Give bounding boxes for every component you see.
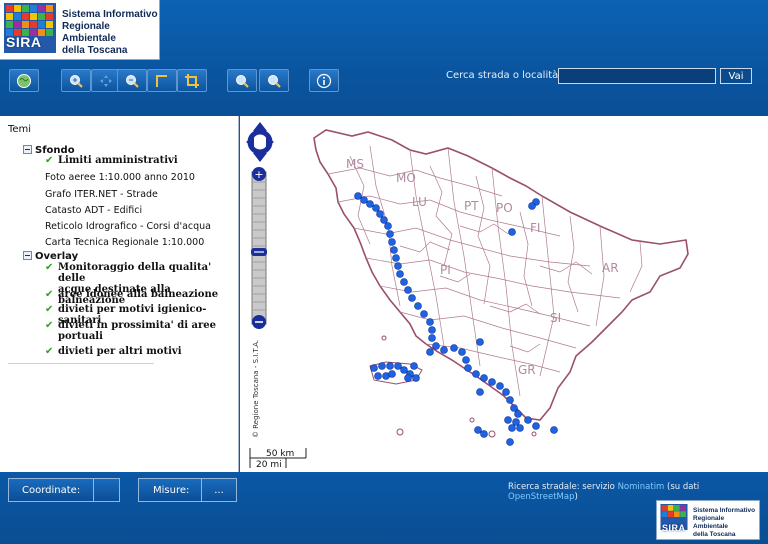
search-go-button[interactable]: Vai: [720, 68, 752, 84]
layer-item-line: portuali: [58, 331, 103, 342]
nominatim-link[interactable]: Nominatim: [618, 482, 665, 492]
measure-display[interactable]: Misure: ...: [138, 478, 237, 502]
pan-icon: [100, 74, 112, 87]
panel-divider: [8, 363, 154, 364]
coordinate-display[interactable]: Coordinate:: [8, 478, 120, 502]
scale-bar: 50 km 20 mi: [249, 448, 307, 470]
municipal-boundaries: [327, 145, 643, 397]
map-copyright: © Regione Toscana - S.I.T.A.: [252, 340, 260, 438]
layer-item[interactable]: Foto aeree 1:10.000 anno 2010: [45, 172, 195, 183]
footer-bar: Coordinate: Misure: ... Ricerca stradale…: [0, 472, 768, 544]
info-icon: [316, 73, 332, 88]
scale-imperial: 20 mi: [256, 460, 282, 470]
pan-control[interactable]: [246, 122, 274, 162]
province-label: PT: [464, 199, 479, 213]
zoom-previous-icon: [236, 74, 249, 88]
province-label: AR: [602, 261, 619, 275]
layer-panel: Temi Sfondo ✔ Limiti amministrativi Foto…: [0, 116, 239, 472]
checkmark-icon[interactable]: ✔: [45, 155, 53, 166]
zoom-in-button[interactable]: [61, 69, 91, 92]
full-extent-button[interactable]: [9, 69, 39, 92]
checkmark-icon[interactable]: ✔: [45, 346, 53, 357]
layer-item-line: divieti in prossimita' di aree: [58, 320, 216, 331]
checkmark-icon[interactable]: ✔: [45, 320, 53, 331]
province-label: PO: [496, 201, 513, 215]
zoom-out-button[interactable]: [117, 69, 147, 92]
collapse-icon[interactable]: [23, 251, 32, 260]
layer-item-line: Monitoraggio della qualita' delle: [58, 262, 212, 284]
tuscany-map[interactable]: MS MO LU PT PO FI PI AR SI GR + © Region…: [240, 116, 768, 472]
province-label: GR: [518, 363, 536, 377]
province-label: MO: [396, 171, 416, 185]
zoom-next-icon: [268, 74, 281, 88]
monitoring-points[interactable]: [354, 192, 558, 446]
pan-up-icon[interactable]: [253, 122, 267, 131]
map-canvas[interactable]: MS MO LU PT PO FI PI AR SI GR + © Region…: [240, 116, 768, 472]
layer-item[interactable]: aree idonee alla balneazione: [58, 289, 218, 300]
measure-label: Misure:: [153, 484, 190, 496]
province-label: SI: [550, 311, 561, 325]
sira-title: Sistema Informativo Regionale Ambientale…: [693, 507, 759, 539]
search-label: Cerca strada o località: [446, 70, 559, 81]
checkmark-icon[interactable]: ✔: [45, 289, 53, 300]
layer-item[interactable]: divieti per altri motivi: [58, 346, 182, 357]
layer-item[interactable]: Limiti amministrativi: [58, 155, 178, 166]
next-view-button[interactable]: [259, 69, 289, 92]
measure-button[interactable]: [147, 69, 177, 92]
layer-group-overlay[interactable]: Overlay: [23, 251, 78, 262]
layer-item[interactable]: Grafo ITER.NET - Strade: [45, 189, 158, 200]
checkmark-icon[interactable]: ✔: [45, 304, 53, 315]
info-button[interactable]: [309, 69, 339, 92]
attribution-text: (su dati: [667, 482, 700, 492]
sira-logo[interactable]: SIRA Sistema Informativo Regionale Ambie…: [0, 0, 160, 60]
sira-abbrev: SIRA: [662, 523, 686, 533]
layer-item[interactable]: Carta Tecnica Regionale 1:10.000: [45, 237, 204, 248]
sira-title-line: Sistema Informativo: [693, 507, 756, 514]
crop-icon: [185, 73, 199, 88]
province-label: FI: [530, 221, 540, 235]
zoom-in-icon: [70, 74, 83, 88]
layer-panel-title: Temi: [8, 124, 32, 135]
sira-abbrev: SIRA: [6, 34, 42, 50]
search-input[interactable]: [558, 68, 716, 84]
zoom-out-icon: [126, 74, 139, 88]
sira-title-line: della Toscana: [62, 45, 128, 56]
province-label: PI: [440, 263, 451, 277]
checkmark-icon[interactable]: ✔: [45, 262, 53, 273]
zoom-slider[interactable]: +: [251, 167, 267, 329]
coordinate-value: [93, 479, 119, 501]
sira-title-line: Regionale Ambientale: [693, 515, 729, 530]
attribution-text: ): [574, 492, 578, 502]
svg-text:+: +: [254, 168, 263, 181]
province-label: LU: [412, 195, 427, 209]
globe-icon: [17, 73, 31, 88]
scale-metric: 50 km: [266, 449, 294, 459]
pan-down-icon[interactable]: [253, 153, 267, 162]
layer-item[interactable]: Reticolo Idrografico - Corsi d'acqua: [45, 221, 211, 232]
sira-title: Sistema Informativo Regionale Ambientale…: [62, 9, 159, 57]
footer-sira-logo[interactable]: SIRA Sistema Informativo Regionale Ambie…: [656, 500, 760, 540]
header-bar: SIRA Sistema Informativo Regionale Ambie…: [0, 0, 768, 116]
attribution-text: Ricerca stradale: servizio: [508, 482, 615, 492]
geocoder-attribution: Ricerca stradale: servizio Nominatim (su…: [508, 482, 768, 502]
sira-title-line: della Toscana: [693, 531, 736, 538]
coordinate-label: Coordinate:: [22, 484, 81, 496]
sira-title-line: Regionale Ambientale: [62, 21, 116, 44]
sira-title-line: Sistema Informativo: [62, 9, 158, 20]
openstreetmap-link[interactable]: OpenStreetMap: [508, 492, 574, 502]
layer-item[interactable]: divieti in prossimita' di aree portuali: [58, 320, 216, 342]
region-boundary: [313, 129, 689, 421]
layer-group-label: Overlay: [35, 251, 79, 262]
ruler-icon: [156, 74, 167, 87]
collapse-icon[interactable]: [23, 145, 32, 154]
crop-button[interactable]: [177, 69, 207, 92]
layer-item[interactable]: Catasto ADT - Edifici: [45, 205, 142, 216]
measure-value: ...: [201, 479, 236, 501]
previous-view-button[interactable]: [227, 69, 257, 92]
province-label: MS: [346, 157, 364, 171]
